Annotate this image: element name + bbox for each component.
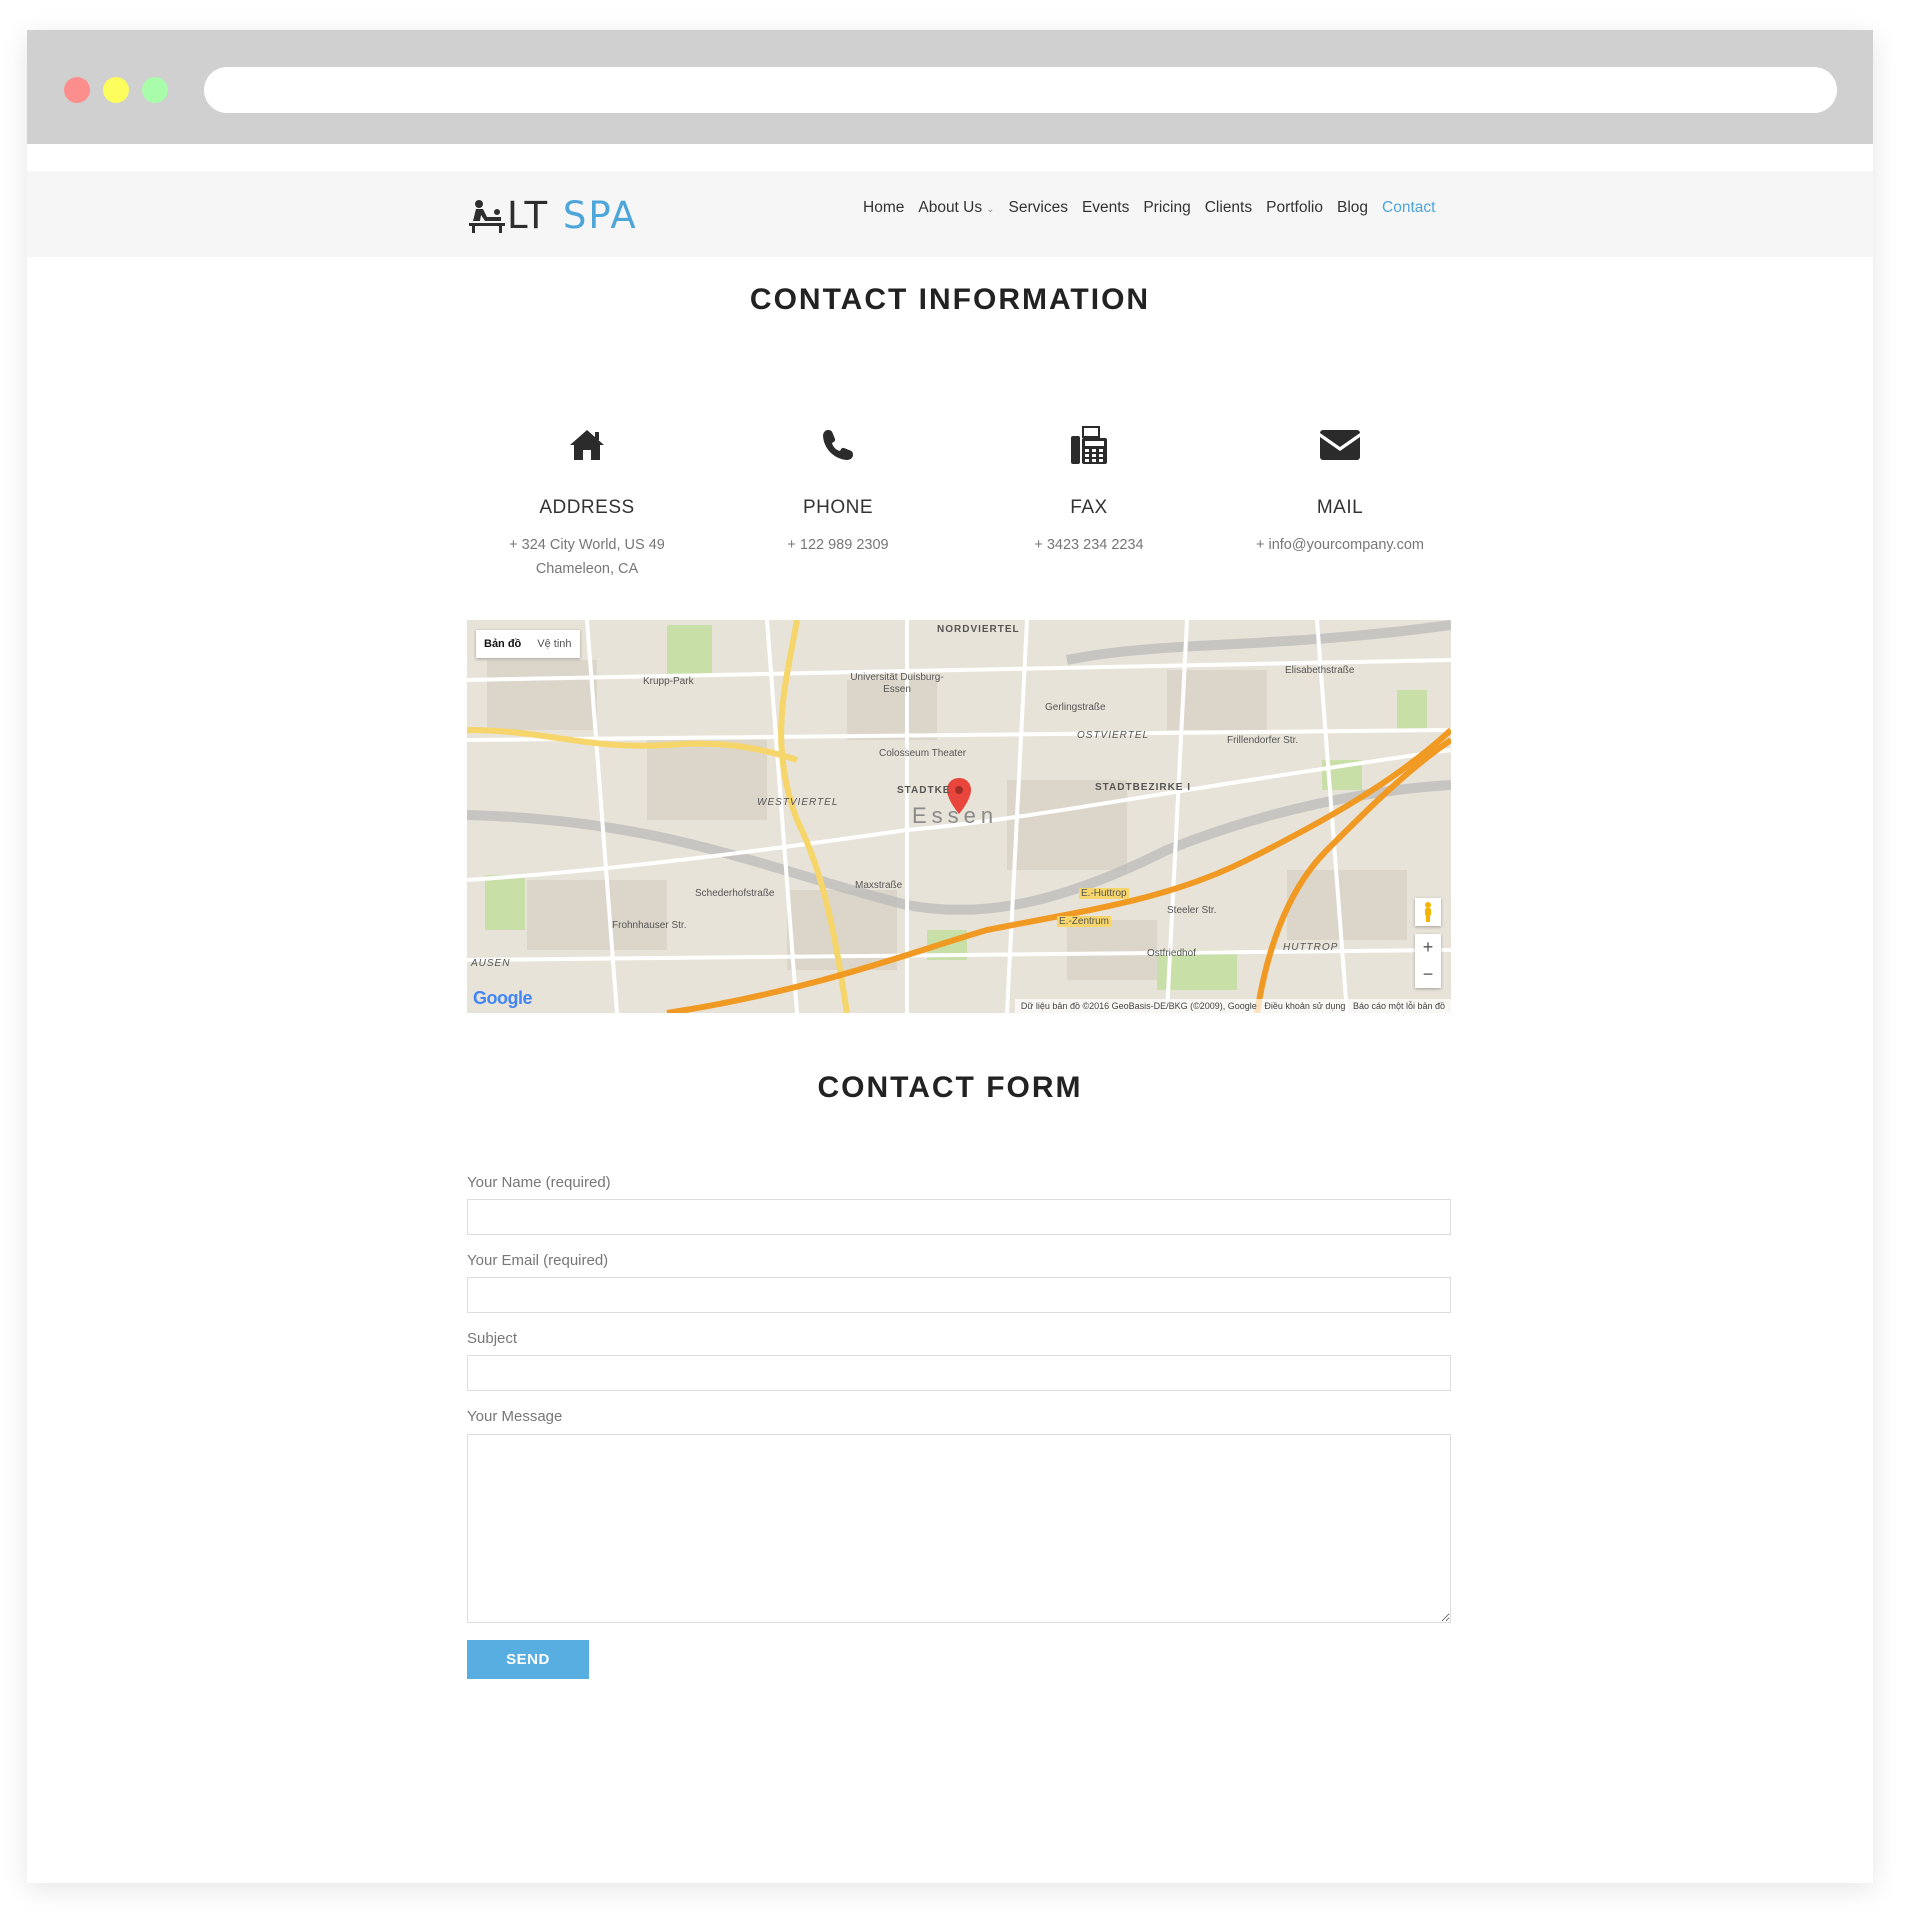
nav-home[interactable]: Home bbox=[863, 199, 904, 219]
address-block: ADDRESS + 324 City World, US 49 Chameleo… bbox=[467, 423, 707, 581]
fax-label: FAX bbox=[1070, 497, 1108, 518]
fax-icon bbox=[969, 423, 1209, 467]
address-value: + 324 City World, US 49 Chameleon, CA bbox=[467, 533, 707, 581]
map-tab-satellite[interactable]: Vệ tinh bbox=[529, 630, 579, 658]
name-label: Your Name (required) bbox=[467, 1174, 611, 1191]
nav-about-us-label: About Us bbox=[918, 199, 983, 216]
contact-form-title: CONTACT FORM bbox=[817, 1071, 1083, 1104]
massage-logo-icon bbox=[469, 200, 505, 233]
map-attribution: Dữ liệu bản đồ ©2016 GeoBasis-DE/BKG (©2… bbox=[1020, 1001, 1257, 1011]
logo-lt: LT bbox=[507, 194, 550, 237]
subject-label: Subject bbox=[467, 1330, 518, 1347]
map-report-link[interactable]: Báo cáo một lỗi bản đồ bbox=[1353, 1001, 1445, 1011]
phone-value: + 122 989 2309 bbox=[787, 537, 889, 553]
email-label: Your Email (required) bbox=[467, 1252, 609, 1269]
chevron-down-icon: ⌄ bbox=[986, 204, 995, 215]
phone-block: PHONE + 122 989 2309 bbox=[718, 423, 958, 557]
subject-input[interactable] bbox=[467, 1355, 1451, 1391]
address-bar[interactable] bbox=[204, 67, 1837, 113]
send-button[interactable]: SEND bbox=[467, 1640, 589, 1679]
browser-chrome bbox=[27, 30, 1873, 144]
nav-events[interactable]: Events bbox=[1082, 199, 1129, 219]
phone-icon bbox=[718, 423, 958, 467]
message-textarea[interactable] bbox=[467, 1434, 1451, 1623]
main-nav: Home About Us ⌄ Services Events Pricing C… bbox=[863, 199, 1435, 219]
minimize-window-button[interactable] bbox=[103, 77, 129, 103]
message-label: Your Message bbox=[467, 1408, 563, 1425]
google-logo-text: Google bbox=[473, 988, 533, 1008]
name-input[interactable] bbox=[467, 1199, 1451, 1235]
fax-block: FAX + 3423 234 2234 bbox=[969, 423, 1209, 557]
maximize-window-button[interactable] bbox=[142, 77, 168, 103]
mail-icon bbox=[1220, 423, 1460, 467]
logo-spa: SPA bbox=[562, 194, 638, 237]
phone-label: PHONE bbox=[802, 497, 874, 518]
site-header: LT SPA Home About Us ⌄ Services Events Pr… bbox=[27, 171, 1873, 257]
google-logo: Google bbox=[473, 988, 533, 1009]
nav-blog[interactable]: Blog bbox=[1337, 199, 1368, 219]
google-map[interactable]: NORDVIERTEL Universität Duisburg-Essen K… bbox=[467, 620, 1451, 1013]
map-type-tabs: Bản đồ Vệ tinh bbox=[476, 630, 580, 658]
contact-information-title: CONTACT INFORMATION bbox=[749, 283, 1151, 316]
nav-pricing[interactable]: Pricing bbox=[1143, 199, 1190, 219]
map-terms-link[interactable]: Điều khoản sử dụng bbox=[1264, 1001, 1345, 1011]
map-tab-map[interactable]: Bản đồ bbox=[476, 630, 529, 658]
mail-label: MAIL bbox=[1316, 497, 1364, 518]
map-canvas[interactable] bbox=[467, 620, 1451, 1013]
nav-about-us[interactable]: About Us ⌄ bbox=[918, 199, 994, 219]
address-label: ADDRESS bbox=[539, 497, 635, 518]
zoom-out-button[interactable]: − bbox=[1423, 961, 1434, 988]
nav-contact[interactable]: Contact bbox=[1382, 199, 1435, 219]
nav-services[interactable]: Services bbox=[1009, 199, 1068, 219]
zoom-in-button[interactable]: + bbox=[1423, 934, 1434, 961]
address-line-2: Chameleon, CA bbox=[535, 561, 639, 577]
fax-value: + 3423 234 2234 bbox=[1034, 537, 1144, 553]
mail-value[interactable]: + info@yourcompany.com bbox=[1220, 533, 1460, 557]
pegman-icon[interactable] bbox=[1415, 898, 1441, 926]
logo-wordmark: LT SPA bbox=[507, 196, 638, 236]
mail-block: MAIL + info@yourcompany.com bbox=[1220, 423, 1460, 557]
close-window-button[interactable] bbox=[64, 77, 90, 103]
home-icon bbox=[467, 423, 707, 467]
browser-window: LT SPA Home About Us ⌄ Services Events Pr… bbox=[27, 30, 1873, 1883]
site-logo[interactable]: LT SPA bbox=[467, 196, 638, 236]
zoom-controls: + − bbox=[1415, 934, 1441, 988]
map-attribution-bar: Dữ liệu bản đồ ©2016 GeoBasis-DE/BKG (©2… bbox=[1014, 999, 1451, 1013]
nav-clients[interactable]: Clients bbox=[1205, 199, 1252, 219]
address-line-1: + 324 City World, US 49 bbox=[509, 537, 665, 553]
nav-portfolio[interactable]: Portfolio bbox=[1266, 199, 1323, 219]
email-input[interactable] bbox=[467, 1277, 1451, 1313]
